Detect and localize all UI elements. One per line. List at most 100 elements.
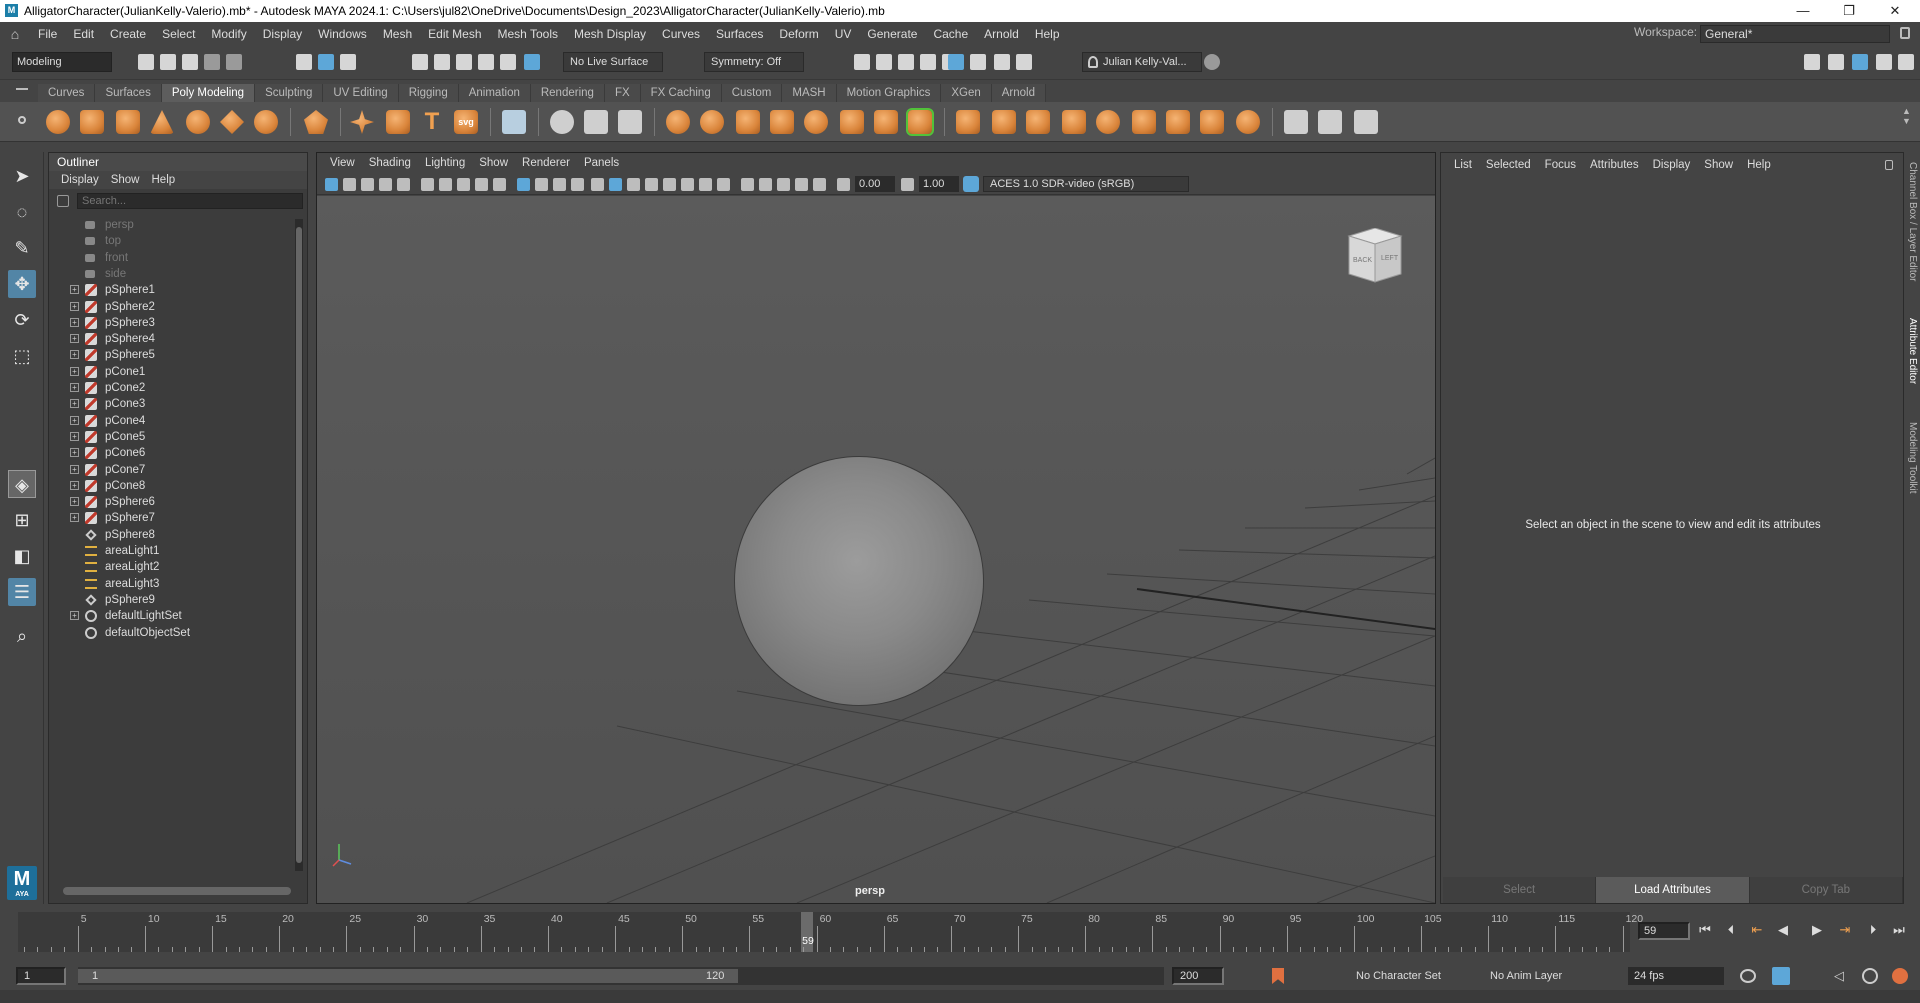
menu-item[interactable]: Generate bbox=[859, 27, 925, 41]
modeling-toolkit-icon[interactable] bbox=[1804, 54, 1820, 70]
3d-viewport[interactable]: BACK LEFT persp bbox=[317, 196, 1435, 903]
shelf-settings-gear-icon[interactable] bbox=[18, 116, 26, 124]
camera-attributes-icon[interactable] bbox=[343, 178, 356, 191]
motion-blur-icon[interactable] bbox=[699, 178, 712, 191]
scale-tool-icon[interactable]: ⬚ bbox=[8, 342, 36, 370]
minimize-button[interactable]: — bbox=[1780, 0, 1826, 22]
shelf-tab[interactable]: FX bbox=[604, 84, 641, 102]
redo-icon[interactable] bbox=[226, 54, 242, 70]
menu-item[interactable]: Cache bbox=[925, 27, 976, 41]
menu-item[interactable]: Deform bbox=[771, 27, 826, 41]
step-back-frame-icon[interactable]: ⏴ bbox=[1722, 920, 1740, 940]
poly-disc-icon[interactable] bbox=[254, 110, 278, 134]
screen-space-ao-icon[interactable] bbox=[681, 178, 694, 191]
attribute-menu-item[interactable]: Display bbox=[1646, 153, 1698, 177]
save-scene-icon[interactable] bbox=[182, 54, 198, 70]
poly-cylinder-icon[interactable] bbox=[116, 110, 140, 134]
poly-sphere-icon[interactable] bbox=[46, 110, 70, 134]
four-view-layout-icon[interactable]: ⊞ bbox=[8, 506, 36, 534]
uv-editor-icon[interactable] bbox=[1284, 110, 1308, 134]
separate-icon[interactable] bbox=[700, 110, 724, 134]
grease-pencil-icon[interactable] bbox=[421, 178, 434, 191]
persp-outliner-layout-icon[interactable]: ◧ bbox=[8, 542, 36, 570]
play-backwards-icon[interactable]: ◀ bbox=[1774, 920, 1792, 940]
uv-unfold-icon[interactable] bbox=[1354, 110, 1378, 134]
shelf-scroll-arrows-icon[interactable]: ▲ ▼ bbox=[1902, 106, 1911, 138]
poly-plane-icon[interactable] bbox=[220, 110, 244, 134]
grid-toggle-icon[interactable] bbox=[439, 178, 452, 191]
select-camera-icon[interactable] bbox=[325, 178, 338, 191]
smooth-shade-icon[interactable] bbox=[591, 178, 604, 191]
uv-layout-icon[interactable] bbox=[1318, 110, 1342, 134]
field-chart-icon[interactable] bbox=[517, 178, 530, 191]
play-forwards-icon[interactable]: ▶ bbox=[1808, 920, 1826, 940]
bevel-icon[interactable] bbox=[992, 110, 1016, 134]
new-scene-icon[interactable] bbox=[138, 54, 154, 70]
mirror-icon[interactable] bbox=[804, 110, 828, 134]
shelf-tab[interactable]: Surfaces bbox=[95, 84, 162, 102]
single-perspective-layout-icon[interactable]: ◈ bbox=[8, 470, 36, 498]
menu-item[interactable]: Windows bbox=[310, 27, 375, 41]
modeling-toolkit-tab[interactable]: Modeling Toolkit bbox=[1906, 422, 1918, 494]
sphere-object[interactable] bbox=[734, 456, 984, 706]
shelf-menu-icon[interactable] bbox=[16, 88, 28, 90]
2d-pan-zoom-icon[interactable] bbox=[397, 178, 410, 191]
expand-icon[interactable]: + bbox=[70, 497, 79, 507]
append-polygon-icon[interactable] bbox=[1062, 110, 1086, 134]
expand-icon[interactable]: + bbox=[70, 301, 79, 311]
attribute-menu-item[interactable]: List bbox=[1447, 153, 1479, 177]
attribute-editor-button[interactable]: Load Attributes bbox=[1596, 877, 1750, 903]
maximize-button[interactable]: ❐ bbox=[1826, 0, 1872, 22]
attribute-editor-button[interactable]: Select bbox=[1443, 877, 1597, 903]
menu-item[interactable]: Arnold bbox=[976, 27, 1027, 41]
viewport-menu-item[interactable]: View bbox=[323, 153, 362, 173]
layers-icon[interactable] bbox=[1898, 54, 1914, 70]
expand-icon[interactable]: + bbox=[70, 480, 79, 490]
outliner-menu-item[interactable]: Help bbox=[146, 171, 182, 189]
multisample-aa-icon[interactable] bbox=[717, 178, 730, 191]
select-component-icon[interactable] bbox=[340, 54, 356, 70]
menu-item[interactable]: Display bbox=[255, 27, 310, 41]
pin-icon[interactable] bbox=[1885, 160, 1893, 170]
select-hierarchy-icon[interactable] bbox=[296, 54, 312, 70]
step-back-key-icon[interactable]: ⇤ bbox=[1748, 920, 1766, 940]
animation-start-field[interactable] bbox=[16, 967, 66, 985]
snap-view-icon[interactable] bbox=[478, 54, 494, 70]
attribute-menu-item[interactable]: Help bbox=[1740, 153, 1778, 177]
ipr-render-icon[interactable] bbox=[898, 54, 914, 70]
view-cube[interactable]: BACK LEFT bbox=[1345, 227, 1405, 284]
poly-cone-icon[interactable] bbox=[150, 110, 174, 134]
poly-text-icon[interactable]: T bbox=[420, 110, 444, 134]
fps-dropdown[interactable]: 24 fps bbox=[1628, 967, 1724, 985]
expand-icon[interactable]: + bbox=[70, 366, 79, 376]
shelf-tab[interactable]: Rendering bbox=[530, 84, 605, 102]
safe-action-icon[interactable] bbox=[535, 178, 548, 191]
rotate-tool-icon[interactable]: ⟳ bbox=[8, 306, 36, 334]
menu-item[interactable]: File bbox=[30, 27, 65, 41]
outliner-menu-item[interactable]: Show bbox=[105, 171, 146, 189]
arnold-ipr-icon[interactable] bbox=[970, 54, 986, 70]
channel-box-toggle-icon[interactable] bbox=[1852, 54, 1868, 70]
outliner-search-input[interactable] bbox=[77, 193, 303, 209]
attribute-menu-item[interactable]: Focus bbox=[1538, 153, 1583, 177]
select-tool-icon[interactable]: ➤ bbox=[8, 162, 36, 190]
wireframe-on-shaded-icon[interactable] bbox=[609, 178, 622, 191]
expand-icon[interactable]: + bbox=[70, 334, 79, 344]
menu-item[interactable]: Edit bbox=[65, 27, 102, 41]
reset-transform-icon[interactable] bbox=[618, 110, 642, 134]
move-tool-icon[interactable]: ✥ bbox=[8, 270, 36, 298]
attribute-editor-toggle-icon[interactable] bbox=[1828, 54, 1844, 70]
shelf-tab[interactable]: FX Caching bbox=[640, 84, 722, 102]
anim-layer-dropdown[interactable]: No Anim Layer bbox=[1490, 967, 1562, 985]
boolean-icon[interactable] bbox=[770, 110, 794, 134]
undo-icon[interactable] bbox=[204, 54, 220, 70]
menu-item[interactable]: Mesh Tools bbox=[490, 27, 566, 41]
menu-set-dropdown[interactable]: Modeling bbox=[12, 52, 112, 72]
attribute-menu-item[interactable]: Show bbox=[1697, 153, 1740, 177]
shelf-tab[interactable]: Poly Modeling bbox=[161, 84, 256, 102]
exposure-field[interactable]: 0.00 bbox=[855, 176, 895, 192]
use-all-lights-icon[interactable] bbox=[645, 178, 658, 191]
time-slider-track[interactable]: 59 5 10 15 20 25 30 35 40 45 50 55 60 65 70 75 80 85 90 95… bbox=[18, 912, 1643, 952]
outliner-layout-icon[interactable]: ☰ bbox=[8, 578, 36, 606]
select-object-icon[interactable] bbox=[318, 54, 334, 70]
